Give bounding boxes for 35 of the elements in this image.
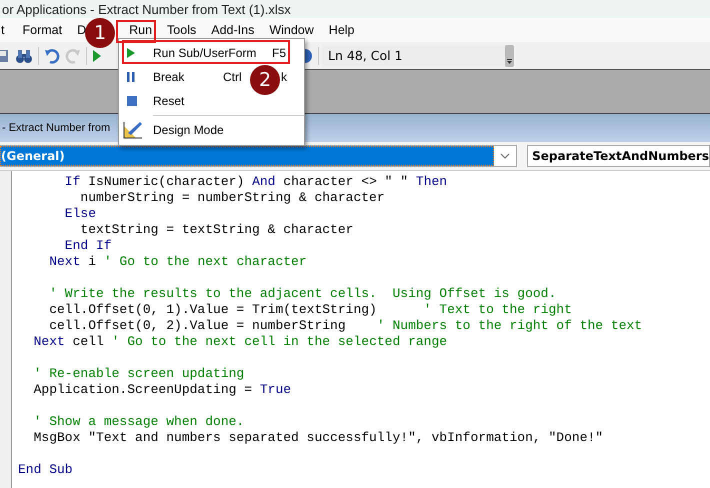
code-line: End Sub bbox=[18, 462, 73, 477]
menu-item[interactable]: Design Mode bbox=[153, 123, 224, 137]
menu-item[interactable]: Window bbox=[269, 23, 314, 37]
menu-item[interactable]: Add-Ins bbox=[211, 23, 254, 37]
code-line: Else bbox=[64, 206, 96, 221]
code-line: cell.Offset(0, 2).Value = numberString ' Numbers to the right of the text bbox=[48, 318, 642, 333]
code-line: cell.Offset(0, 1).Value = Trim(textString) ' Text to the right bbox=[48, 302, 572, 317]
procedure-dropdown[interactable]: SeparateTextAndNumbers bbox=[527, 145, 710, 167]
code-line: If IsNumeric(character) And character <> " " Then bbox=[64, 174, 448, 189]
shortcut-label: k bbox=[281, 70, 287, 84]
code-line: MsgBox "Text and numbers separated successfully!", vbInformation, "Done!" bbox=[32, 430, 604, 445]
menu-item[interactable]: Run Sub/UserForm bbox=[153, 46, 256, 60]
shortcut-label: Ctrl bbox=[223, 70, 242, 84]
menu-item[interactable]: Run bbox=[129, 23, 152, 37]
menu-item[interactable]: t bbox=[1, 23, 4, 37]
code-line: textString = textString & character bbox=[79, 222, 354, 237]
code-line: ' Write the results to the adjacent cells. Using Offset is good. bbox=[48, 286, 556, 301]
cursor-position: Ln 48, Col 1 bbox=[322, 44, 506, 66]
window-title: or Applications - Extract Number from Text (1).xlsx bbox=[2, 2, 291, 16]
object-dropdown[interactable]: (General) bbox=[0, 145, 518, 167]
menu-item[interactable]: Reset bbox=[153, 94, 184, 108]
menu-item[interactable]: D bbox=[77, 23, 86, 37]
code-line: Next cell ' Go to the next cell in the selected range bbox=[32, 334, 448, 349]
shortcut-label: F5 bbox=[272, 46, 286, 60]
menu-item[interactable]: Break bbox=[153, 70, 184, 84]
code-line: numberString = numberString & character bbox=[79, 190, 385, 205]
code-window-title: - Extract Number from bbox=[2, 122, 110, 134]
code-line: Application.ScreenUpdating = True bbox=[32, 382, 292, 397]
code-line: End If bbox=[64, 238, 112, 253]
code-line: Next i ' Go to the next character bbox=[48, 254, 307, 269]
menu-item[interactable]: Tools bbox=[167, 23, 196, 37]
code-line: ' Re-enable screen updating bbox=[32, 366, 244, 381]
menu-item[interactable]: Format bbox=[22, 23, 62, 37]
code-line: ' Show a message when done. bbox=[32, 414, 244, 429]
menu-item[interactable]: Help bbox=[328, 23, 355, 37]
